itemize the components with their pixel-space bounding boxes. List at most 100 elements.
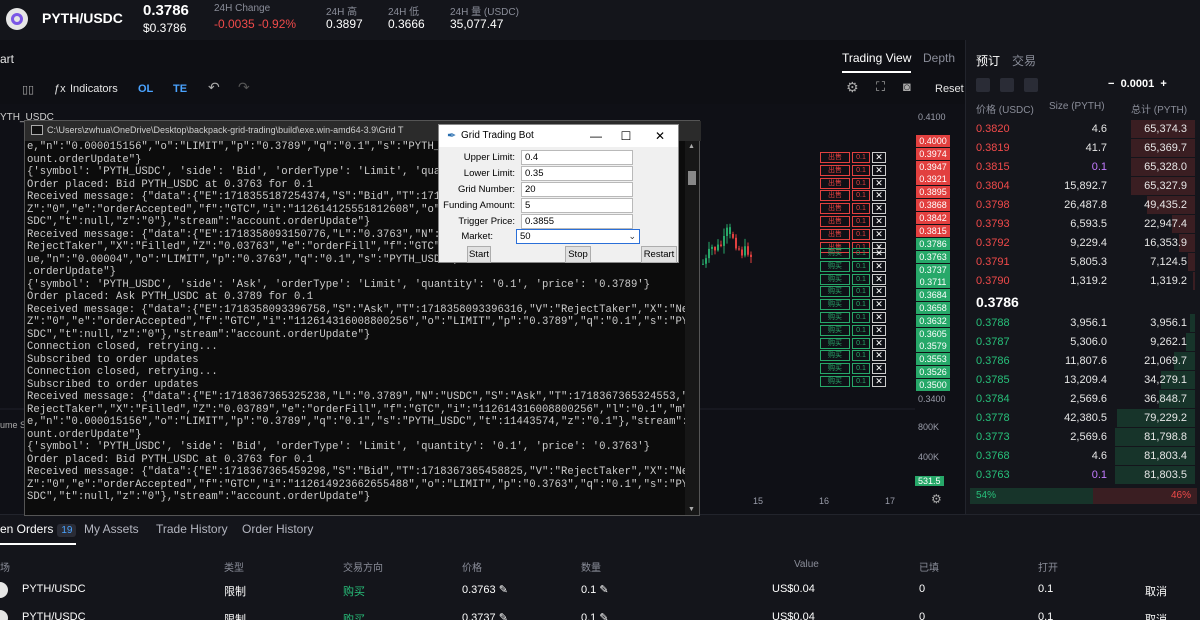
ask-row[interactable]: 0.3792 9,229.4 16,353.9: [966, 234, 1200, 252]
field-input[interactable]: 5: [521, 198, 633, 213]
marker-cancel-icon[interactable]: ✕: [872, 286, 886, 298]
minimize-button[interactable]: —: [581, 127, 611, 145]
marker-cancel-icon[interactable]: ✕: [872, 337, 886, 349]
sell-order-marker[interactable]: 出售 0.1 ✕: [820, 216, 888, 227]
bid-row[interactable]: 0.3787 5,306.0 9,262.1: [966, 333, 1200, 351]
marker-cancel-icon[interactable]: ✕: [872, 190, 886, 202]
buy-order-marker[interactable]: 购买 0.1 ✕: [820, 286, 888, 298]
redo-icon[interactable]: ↷: [238, 79, 250, 96]
cell-price[interactable]: 0.3763 ✎: [462, 583, 508, 596]
tick-minus-icon[interactable]: −: [1108, 78, 1114, 90]
tab-orderbook[interactable]: 预订: [976, 52, 1000, 69]
buy-order-marker[interactable]: 购买 0.1 ✕: [820, 337, 888, 349]
marker-cancel-icon[interactable]: ✕: [872, 260, 886, 272]
sell-order-marker[interactable]: 出售 0.1 ✕: [820, 164, 888, 176]
reset-button[interactable]: Reset: [935, 83, 964, 95]
marker-cancel-icon[interactable]: ✕: [872, 299, 886, 311]
buy-order-marker[interactable]: 购买 0.1 ✕: [820, 248, 888, 259]
ol-button[interactable]: OL: [138, 83, 153, 95]
ask-row[interactable]: 0.3819 41.7 65,369.7: [966, 139, 1200, 157]
settings-gear-icon[interactable]: ⚙: [846, 79, 859, 96]
field-input[interactable]: 0.35: [521, 166, 633, 181]
buy-order-marker[interactable]: 购买 0.1 ✕: [820, 273, 888, 285]
scroll-down-icon[interactable]: ▼: [688, 506, 695, 513]
start-button[interactable]: Start: [467, 246, 491, 263]
book-view-asks-icon[interactable]: [1024, 78, 1038, 92]
undo-icon[interactable]: ↶: [208, 79, 220, 96]
te-button[interactable]: TE: [173, 83, 187, 95]
bid-row[interactable]: 0.3778 42,380.5 79,229.2: [966, 409, 1200, 427]
tick-size[interactable]: − 0.0001 +: [1108, 78, 1167, 90]
bid-row[interactable]: 0.3768 4.6 81,803.4: [966, 447, 1200, 465]
cell-action[interactable]: 取消: [1145, 583, 1167, 599]
cell-qty[interactable]: 0.1 ✎: [581, 583, 609, 596]
buy-order-marker[interactable]: 购买 0.1 ✕: [820, 350, 888, 362]
marker-cancel-icon[interactable]: ✕: [872, 363, 886, 375]
ask-row[interactable]: 0.3820 4.6 65,374.3: [966, 120, 1200, 138]
ask-row[interactable]: 0.3815 0.1 65,328.0: [966, 158, 1200, 176]
buy-order-marker[interactable]: 购买 0.1 ✕: [820, 376, 888, 387]
buy-order-marker[interactable]: 购买 0.1 ✕: [820, 324, 888, 336]
field-input[interactable]: 20: [521, 182, 633, 197]
ask-row[interactable]: 0.3790 1,319.2 1,319.2: [966, 272, 1200, 290]
cell-qty[interactable]: 0.1 ✎: [581, 611, 609, 620]
bot-titlebar[interactable]: ✒ Grid Trading Bot — ☐ ✕: [439, 125, 678, 147]
book-view-bids-icon[interactable]: [1000, 78, 1014, 92]
tab-trading-view[interactable]: Trading View: [842, 51, 912, 73]
ask-row[interactable]: 0.3798 26,487.8 49,435.2: [966, 196, 1200, 214]
marker-cancel-icon[interactable]: ✕: [872, 203, 886, 215]
indicators-icon[interactable]: ƒx: [54, 83, 66, 95]
marker-cancel-icon[interactable]: ✕: [872, 273, 886, 285]
marker-cancel-icon[interactable]: ✕: [872, 312, 886, 323]
field-input[interactable]: 0.3855: [521, 214, 633, 229]
tab-trades[interactable]: 交易: [1012, 52, 1036, 69]
sell-order-marker[interactable]: 出售 0.1 ✕: [820, 203, 888, 215]
pair-name[interactable]: PYTH/USDC: [42, 10, 123, 26]
field-input[interactable]: 0.4: [521, 150, 633, 165]
grid-bot-window[interactable]: ✒ Grid Trading Bot — ☐ ✕ Upper Limit: 0.4…: [438, 124, 679, 263]
camera-icon[interactable]: ◙: [903, 79, 911, 94]
bid-row[interactable]: 0.3784 2,569.6 36,848.7: [966, 390, 1200, 408]
sell-order-marker[interactable]: 出售 0.1 ✕: [820, 152, 888, 163]
buy-order-marker[interactable]: 购买 0.1 ✕: [820, 312, 888, 323]
candle-icon[interactable]: ▯▯: [22, 83, 34, 96]
cell-price[interactable]: 0.3737 ✎: [462, 611, 508, 620]
marker-cancel-icon[interactable]: ✕: [872, 152, 886, 163]
fullscreen-icon[interactable]: ⛶: [876, 79, 885, 95]
sell-order-marker[interactable]: 出售 0.1 ✕: [820, 190, 888, 202]
buy-order-marker[interactable]: 购买 0.1 ✕: [820, 299, 888, 311]
ask-row[interactable]: 0.3804 15,892.7 65,327.9: [966, 177, 1200, 195]
tab-order-history[interactable]: Order History: [242, 522, 313, 536]
indicators-button[interactable]: Indicators: [70, 83, 118, 95]
marker-cancel-icon[interactable]: ✕: [872, 177, 886, 189]
marker-cancel-icon[interactable]: ✕: [872, 350, 886, 362]
axis-settings-gear-icon[interactable]: ⚙: [931, 492, 942, 506]
tab-trade-history[interactable]: Trade History: [156, 522, 228, 536]
tab-open-orders[interactable]: en Orders 19: [0, 522, 77, 545]
maximize-button[interactable]: ☐: [611, 127, 641, 145]
marker-cancel-icon[interactable]: ✕: [872, 248, 886, 259]
book-view-both-icon[interactable]: [976, 78, 990, 92]
tab-depth[interactable]: Depth: [923, 51, 955, 65]
marker-cancel-icon[interactable]: ✕: [872, 376, 886, 387]
market-select[interactable]: 50 ⌄: [516, 229, 640, 244]
marker-cancel-icon[interactable]: ✕: [872, 324, 886, 336]
ask-row[interactable]: 0.3791 5,805.3 7,124.5: [966, 253, 1200, 271]
sell-order-marker[interactable]: 出售 0.1 ✕: [820, 228, 888, 240]
marker-cancel-icon[interactable]: ✕: [872, 216, 886, 227]
restart-button[interactable]: Restart: [641, 246, 677, 263]
buy-order-marker[interactable]: 购买 0.1 ✕: [820, 363, 888, 375]
cell-action[interactable]: 取消: [1145, 611, 1167, 620]
ask-row[interactable]: 0.3793 6,593.5 22,947.4: [966, 215, 1200, 233]
scroll-up-icon[interactable]: ▲: [688, 143, 695, 150]
tab-my-assets[interactable]: My Assets: [84, 522, 139, 536]
console-scroll-thumb[interactable]: [688, 171, 696, 185]
bid-row[interactable]: 0.3785 13,209.4 34,279.1: [966, 371, 1200, 389]
close-button[interactable]: ✕: [645, 127, 675, 145]
buy-order-marker[interactable]: 购买 0.1 ✕: [820, 260, 888, 272]
sell-order-marker[interactable]: 出售 0.1 ✕: [820, 177, 888, 189]
bid-row[interactable]: 0.3773 2,569.6 81,798.8: [966, 428, 1200, 446]
bid-row[interactable]: 0.3763 0.1 81,803.5: [966, 466, 1200, 484]
marker-cancel-icon[interactable]: ✕: [872, 228, 886, 240]
bid-row[interactable]: 0.3788 3,956.1 3,956.1: [966, 314, 1200, 332]
